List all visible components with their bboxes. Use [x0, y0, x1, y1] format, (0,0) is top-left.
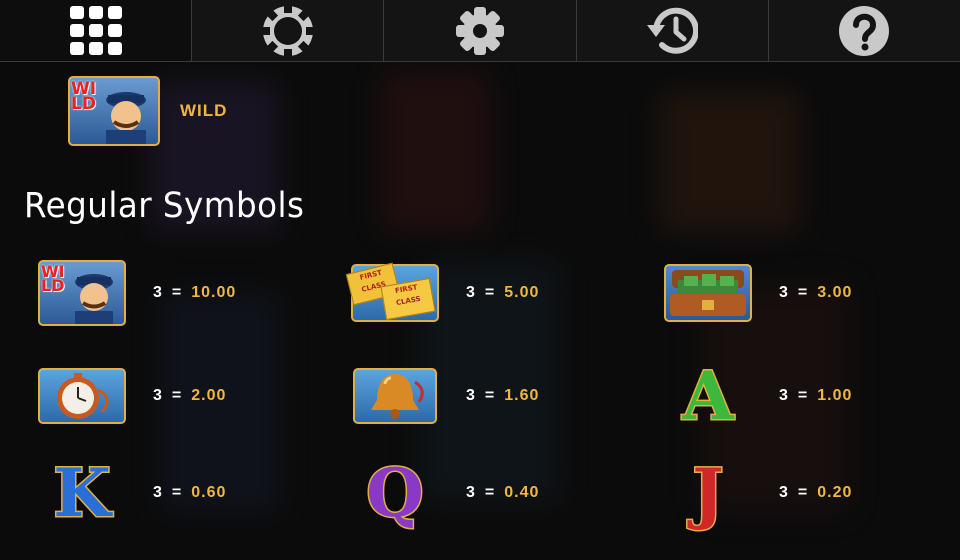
payout-value: 3.00: [817, 284, 853, 301]
symbol-item: K 3 = 0.60: [0, 448, 313, 538]
payout: 3 = 0.40: [466, 448, 539, 538]
symbol-row: K 3 = 0.60 Q 3 = 0.40 J 3 = 0.20: [0, 448, 960, 538]
payout-equals: =: [797, 284, 809, 301]
wild-label: WILD: [180, 101, 228, 120]
payout-value: 5.00: [504, 284, 540, 301]
payout-equals: =: [171, 387, 183, 404]
pocket-watch-icon: [38, 368, 126, 424]
section-title: Regular Symbols: [24, 186, 305, 226]
payout-equals: =: [484, 484, 496, 501]
payout-value: 2.00: [191, 387, 227, 404]
payout-count: 3: [153, 284, 163, 301]
money-suitcase-icon: [664, 264, 752, 322]
payout-equals: =: [484, 387, 496, 404]
wild-conductor-icon: WILD: [68, 76, 160, 146]
symbol-item: J 3 = 0.20: [626, 448, 939, 538]
letter-q-icon: Q: [365, 454, 425, 532]
tab-settings[interactable]: [384, 0, 577, 61]
payout-value: 1.60: [504, 387, 540, 404]
symbol-item: 3 = 1.60: [313, 351, 626, 441]
letter-a-icon: A: [681, 357, 735, 435]
payout: 3 = 1.00: [779, 351, 852, 441]
letter-j-icon: J: [691, 454, 725, 532]
payout: 3 = 1.60: [466, 351, 539, 441]
symbol-item: A 3 = 1.00: [626, 351, 939, 441]
wild-conductor-icon: WILD: [38, 260, 126, 326]
payout-count: 3: [466, 387, 476, 404]
gear-icon: [456, 6, 504, 55]
payout-equals: =: [171, 284, 183, 301]
history-icon: [647, 7, 699, 54]
wild-symbol-row: WILD WILD: [68, 76, 227, 146]
payout-value: 0.40: [504, 484, 540, 501]
payout-value: 0.20: [817, 484, 853, 501]
payout-count: 3: [153, 387, 163, 404]
symbol-row: 3 = 2.00 3 = 1.60 A 3 = 1.00: [0, 351, 960, 441]
payout: 3 = 10.00: [153, 248, 236, 338]
payout-equals: =: [797, 387, 809, 404]
payout: 3 = 0.20: [779, 448, 852, 538]
wild-badge-text: WILD: [71, 79, 97, 114]
payout-equals: =: [171, 484, 183, 501]
top-navigation: [0, 0, 960, 62]
payout: 3 = 3.00: [779, 248, 852, 338]
symbol-item: WILD 3 = 10.00: [0, 248, 313, 338]
first-class-tickets-icon: FIRST CLASS FIRST CLASS: [345, 262, 439, 322]
payout: 3 = 2.00: [153, 351, 226, 441]
payout: 3 = 5.00: [466, 248, 539, 338]
payout: 3 = 0.60: [153, 448, 226, 538]
symbol-row: WILD 3 = 10.00 FIRST CLASS FIRST CLASS 3…: [0, 248, 960, 338]
bell-icon: [353, 368, 437, 424]
tab-history[interactable]: [577, 0, 769, 61]
tab-paytable[interactable]: [0, 0, 193, 61]
payout-value: 10.00: [191, 284, 237, 301]
letter-k-icon: K: [52, 454, 112, 532]
payout-count: 3: [779, 284, 789, 301]
ticket-text: FIRST CLASS: [394, 283, 422, 308]
payout-count: 3: [466, 484, 476, 501]
symbol-item: 3 = 3.00: [626, 248, 939, 338]
wild-badge-text: WILD: [41, 262, 65, 295]
payout-value: 0.60: [191, 484, 227, 501]
payout-equals: =: [797, 484, 809, 501]
tab-bet[interactable]: [192, 0, 385, 61]
payout-count: 3: [779, 484, 789, 501]
payout-count: 3: [779, 387, 789, 404]
payout-count: 3: [466, 284, 476, 301]
symbol-item: FIRST CLASS FIRST CLASS 3 = 5.00: [313, 248, 626, 338]
grid-icon: [69, 5, 122, 55]
question-icon: [839, 5, 890, 56]
symbol-item: Q 3 = 0.40: [313, 448, 626, 538]
tab-help[interactable]: [769, 0, 960, 61]
payout-value: 1.00: [817, 387, 853, 404]
payout-count: 3: [153, 484, 163, 501]
symbol-item: 3 = 2.00: [0, 351, 313, 441]
chip-icon: [261, 4, 314, 57]
payout-equals: =: [484, 284, 496, 301]
